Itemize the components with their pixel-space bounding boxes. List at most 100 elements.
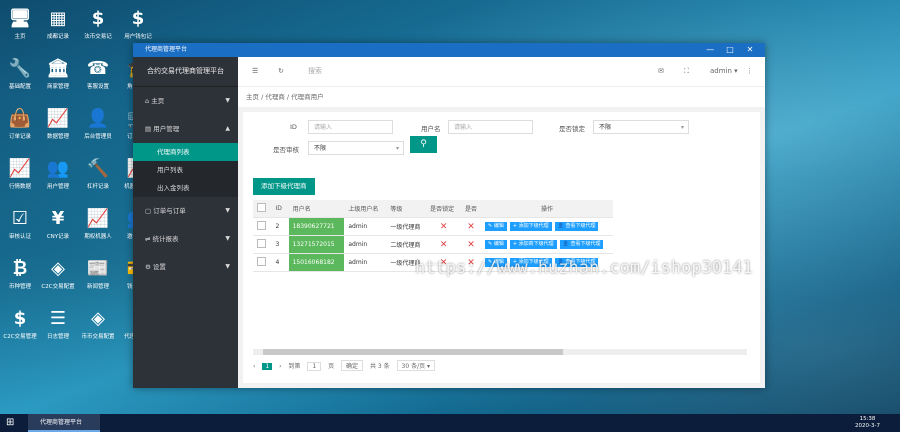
desktop-icon-label: 新闻管理	[86, 284, 109, 290]
message-icon[interactable]: ✉	[658, 57, 664, 86]
desktop-icon-label: 订单记录	[8, 134, 31, 140]
breadcrumb-home[interactable]: 主页	[246, 93, 259, 101]
desktop-icon[interactable]: ◈ 币币交易配置	[78, 308, 118, 340]
username-input[interactable]: 请输入	[448, 120, 533, 134]
checkbox[interactable]	[257, 203, 266, 212]
desktop-icon[interactable]: ₿ 币种管理	[0, 258, 40, 290]
search-button[interactable]: ⚲	[410, 136, 437, 153]
desktop-icon[interactable]: ☰ 日志管理	[38, 308, 78, 340]
desktop-icon[interactable]: 🔧 基础配置	[0, 58, 40, 90]
col-id[interactable]: ID	[271, 200, 289, 218]
next-page-button[interactable]: ›	[279, 363, 281, 370]
desktop-icon[interactable]: ▦ 成都记录	[38, 8, 78, 40]
desktop-icon[interactable]: ◈ C2C交易配置	[38, 258, 78, 290]
users-icon: ▤	[145, 125, 152, 133]
desktop-icon[interactable]: 🔨 杠杆记录	[78, 158, 118, 190]
id-input[interactable]: 请输入	[308, 120, 393, 134]
desktop-icon-label: 期权机器人	[84, 234, 112, 240]
add-sub-agent-row-button[interactable]: + 添加下级代理	[509, 222, 552, 231]
maximize-button[interactable]: □	[721, 43, 739, 57]
desktop-icon[interactable]: $ C2C交易管理	[0, 308, 40, 340]
select-all-checkbox[interactable]	[253, 200, 272, 218]
checkbox[interactable]	[257, 221, 266, 230]
minimize-button[interactable]: —	[701, 43, 719, 57]
desktop-icon[interactable]: 📰 新闻管理	[78, 258, 118, 290]
refresh-icon[interactable]: ↻	[278, 57, 284, 86]
desktop-icon[interactable]: 👤 后台管理员	[78, 108, 118, 140]
desktop-app-icon: $	[131, 8, 145, 29]
view-sub-agent-button[interactable]: 👤 查看下级代理	[554, 222, 599, 231]
desktop-icon[interactable]: 👜 订单记录	[0, 108, 40, 140]
system-clock[interactable]: 15:38 2020-3-7	[855, 416, 880, 430]
horizontal-scrollbar[interactable]	[253, 349, 747, 355]
nav-user-list[interactable]: 用户列表	[133, 161, 238, 179]
edit-button[interactable]: ✎ 编辑	[485, 222, 507, 231]
desktop-icon[interactable]: ☑ 审核认证	[0, 208, 40, 240]
clock-time: 15:38	[859, 416, 876, 422]
col-locked[interactable]: 是否锁定	[426, 200, 462, 218]
breadcrumb-agent[interactable]: 代理商	[265, 93, 285, 101]
col-more[interactable]: 是否	[461, 200, 482, 218]
nav-stats[interactable]: ⇌ 统计报表 ▼	[133, 225, 238, 253]
close-button[interactable]: ✕	[741, 43, 759, 57]
desktop-app-icon: 🔨	[86, 158, 110, 179]
cell-id: 4	[271, 253, 289, 272]
nav-agent-list[interactable]: 代理商列表	[133, 143, 238, 161]
desktop-icon-label: 客服设置	[86, 84, 109, 90]
scrollbar-thumb[interactable]	[263, 349, 563, 355]
windows-start-icon[interactable]: ⊞	[6, 417, 14, 428]
desktop-icon[interactable]: $ 用户钱包记	[118, 8, 158, 40]
goto-confirm-button[interactable]: 确定	[341, 360, 364, 371]
desktop-icon-label: 后台管理员	[84, 134, 112, 140]
fullscreen-icon[interactable]: ⛶	[684, 57, 689, 86]
desktop-icon[interactable]: ¥ CNY记录	[38, 208, 78, 240]
row-checkbox-cell[interactable]	[253, 235, 272, 254]
prev-page-button[interactable]: ‹	[253, 363, 255, 370]
desktop-icon[interactable]: 📈 期权机器人	[78, 208, 118, 240]
user-menu[interactable]: admin ▾	[710, 57, 738, 86]
nav-orders[interactable]: ▢ 订单与订单 ▼	[133, 197, 238, 225]
taskbar-app-item[interactable]: 代理商管理平台	[28, 414, 100, 432]
add-sub-agent-button[interactable]: 添加下级代理商	[253, 178, 315, 195]
desktop-icon[interactable]: ☎ 客服设置	[78, 58, 118, 90]
nav-users-label: 用户管理	[153, 125, 180, 133]
goto-page-input[interactable]: 1	[307, 362, 322, 371]
row-checkbox-cell[interactable]	[253, 253, 272, 272]
desktop-icon[interactable]: 📈 行情数据	[0, 158, 40, 190]
menu-toggle-icon[interactable]: ☰	[252, 57, 258, 86]
review-label: 是否审核	[273, 146, 299, 154]
desktop-app-icon: ¥	[51, 208, 65, 229]
locked-select[interactable]: 不限 ▾	[593, 120, 689, 134]
add-sub-agent-row-button[interactable]: + 添加商下级代理	[509, 240, 557, 249]
cell-username: 13271572015	[288, 235, 345, 254]
desktop-icon[interactable]: $ 法币交易记	[78, 8, 118, 40]
desktop-icon[interactable]: 🏛 商家管理	[38, 58, 78, 90]
table-row[interactable]: 2 18390627721 admin 一级代理商 ✕ ✕ ✎ 编辑 + 添加下级代理 👤 查看…	[253, 217, 613, 236]
desktop-icon-label: 数据管理	[46, 134, 69, 140]
col-level[interactable]: 等级	[386, 200, 427, 218]
page-1-button[interactable]: 1	[262, 363, 273, 370]
table-row[interactable]: 3 13271572015 admin 二级代理商 ✕ ✕ ✎ 编辑 + 添加商下级代理 👤 查…	[253, 235, 613, 254]
nav-funds-list[interactable]: 出入金列表	[133, 179, 238, 197]
main-area: ☰ ↻ 搜索 ✉ ⛶ admin ▾ ⋮ 主页 / 代理商 / 代理商用户 ID…	[238, 57, 765, 388]
desktop-icon[interactable]: 👥 用户管理	[38, 158, 78, 190]
edit-button[interactable]: ✎ 编辑	[485, 240, 507, 249]
nav-home[interactable]: ⌂ 主页 ▼	[133, 87, 238, 115]
checkbox[interactable]	[257, 239, 266, 248]
nav-settings[interactable]: ⚙ 设置 ▼	[133, 253, 238, 281]
review-select[interactable]: 不限 ▾	[308, 141, 404, 155]
search-input[interactable]: 搜索	[308, 57, 322, 86]
more-icon[interactable]: ⋮	[746, 57, 753, 86]
desktop-icon[interactable]: 📈 数据管理	[38, 108, 78, 140]
nav-users[interactable]: ▤ 用户管理 ▲	[133, 115, 238, 143]
row-checkbox-cell[interactable]	[253, 217, 272, 236]
desktop-icon[interactable]: 🖥 主页	[0, 8, 40, 40]
window-titlebar[interactable]: 代理商管理平台 — □ ✕	[133, 43, 765, 57]
col-parent[interactable]: 上级用户名	[344, 200, 387, 218]
locked-select-value: 不限	[599, 124, 612, 131]
col-username[interactable]: 用户名	[288, 200, 345, 218]
checkbox[interactable]	[257, 257, 266, 266]
view-sub-agent-button[interactable]: 👤 查看下级代理	[559, 240, 604, 249]
table-header-row: ID 用户名 上级用户名 等级 是否锁定 是否 操作	[253, 200, 613, 218]
page-size-select[interactable]: 30 条/页 ▾	[396, 360, 436, 371]
